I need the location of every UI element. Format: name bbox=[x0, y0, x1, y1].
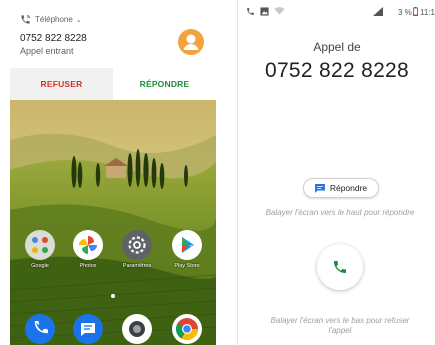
app-label-play-store: Play Store bbox=[174, 263, 200, 269]
message-icon bbox=[314, 183, 325, 193]
phone-status-icon bbox=[247, 8, 254, 15]
wifi-icon bbox=[274, 7, 285, 15]
expand-chevron-icon[interactable]: ⌄ bbox=[76, 16, 82, 24]
dock-messages-icon[interactable] bbox=[73, 314, 103, 344]
right-phone-screen: 3 % 11:13 Appel de 0752 822 8228 Répondr… bbox=[237, 0, 435, 345]
phone-answer-icon bbox=[334, 261, 346, 273]
left-phone-screen: Téléphone ⌄ 0752 822 8228 Appel entrant … bbox=[10, 0, 216, 345]
clock-time: 11:13 bbox=[420, 8, 435, 17]
phone-ringing-icon bbox=[21, 15, 30, 24]
swipe-up-hint: Balayer l'écran vers le haut pour répond… bbox=[265, 208, 415, 217]
battery-percent: 3 % bbox=[398, 8, 412, 17]
google-folder-icon bbox=[25, 230, 55, 260]
refuse-button[interactable]: REFUSER bbox=[10, 68, 113, 100]
notification-actions: REFUSER RÉPONDRE bbox=[10, 68, 216, 100]
app-label-settings: Paramètres bbox=[122, 263, 152, 269]
notification-app-name: Téléphone bbox=[35, 15, 73, 24]
battery-icon bbox=[413, 7, 418, 16]
notification-header: Téléphone ⌄ bbox=[20, 14, 82, 25]
dock-camera-icon[interactable] bbox=[122, 314, 152, 344]
page-indicator-dot bbox=[111, 294, 115, 298]
dock-chrome-icon[interactable] bbox=[172, 314, 202, 344]
dock-phone-icon[interactable] bbox=[25, 314, 55, 344]
answer-call-button[interactable] bbox=[317, 244, 363, 290]
person-icon bbox=[183, 34, 199, 50]
tuscany-wallpaper bbox=[10, 100, 216, 345]
play-store-icon bbox=[172, 230, 202, 260]
call-status: Appel entrant bbox=[20, 46, 74, 56]
app-label-google: Google bbox=[31, 263, 49, 269]
caller-number: 0752 822 8228 bbox=[20, 33, 87, 44]
call-from-label: Appel de bbox=[313, 40, 361, 54]
cell-signal-icon bbox=[373, 7, 383, 16]
caller-avatar bbox=[178, 29, 204, 55]
status-bar: 3 % 11:13 bbox=[238, 0, 435, 22]
app-label-photos: Photos bbox=[79, 263, 97, 269]
swipe-down-hint: Balayer l'écran vers le bas pour refuser… bbox=[270, 316, 410, 335]
reply-with-message-button[interactable]: Répondre bbox=[303, 178, 379, 198]
image-status-icon bbox=[260, 7, 269, 16]
settings-icon bbox=[122, 230, 152, 260]
caller-number-large: 0752 822 8228 bbox=[264, 59, 410, 82]
incoming-call-notification[interactable]: Téléphone ⌄ 0752 822 8228 Appel entrant … bbox=[10, 0, 216, 100]
photos-icon bbox=[73, 230, 103, 260]
answer-button[interactable]: RÉPONDRE bbox=[113, 68, 216, 100]
reply-label: Répondre bbox=[329, 183, 368, 193]
